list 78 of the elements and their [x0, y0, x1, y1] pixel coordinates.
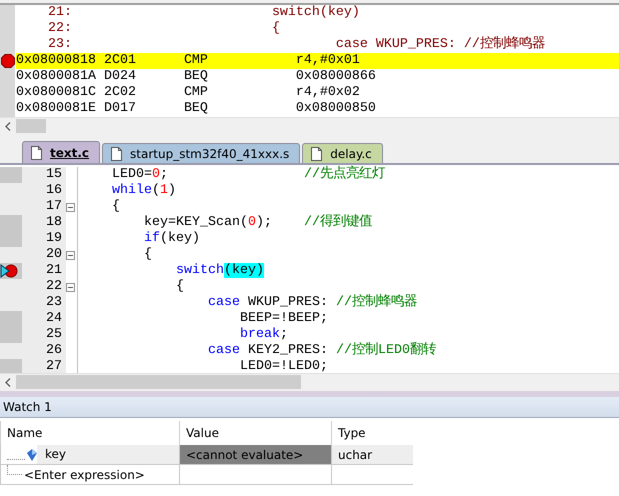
breakpoint-icon — [0, 54, 14, 68]
scroll-left-icon[interactable] — [5, 378, 11, 386]
mnemonic: CMP — [184, 53, 209, 69]
line-number: 20 — [22, 247, 66, 263]
address: 0x0800081E — [16, 101, 97, 117]
code-line: case KEY2_PRES: //控制LED0翻转 — [206, 343, 436, 359]
code-line: { — [110, 199, 120, 215]
source-line[interactable]: 23: case WKUP_PRES: //控制蜂鸣器 — [16, 37, 619, 53]
line-number: 16 — [22, 183, 66, 199]
table-cell: <cannot evaluate> — [179, 445, 331, 465]
code-line: { — [174, 279, 184, 295]
operand: r4,#0x01 — [296, 53, 360, 69]
file-tab[interactable]: startup_stm32f40_41xxx.s — [102, 143, 300, 163]
line-number: 21: — [46, 5, 72, 20]
collapse-icon[interactable] — [66, 282, 75, 292]
address: 0x0800081A — [16, 69, 97, 85]
source-line[interactable]: 21: switch(key) — [16, 5, 619, 21]
mnemonic: BEQ — [184, 101, 209, 117]
code-line: LED0=!LED0; — [238, 359, 328, 373]
operand: r4,#0x02 — [296, 85, 360, 101]
line-number: 19 — [22, 231, 66, 247]
breakpoint-arrow-icon — [0, 264, 18, 278]
file-icon — [311, 146, 322, 160]
expression-entry[interactable]: <Enter expression> — [24, 468, 145, 482]
collapse-icon[interactable] — [66, 250, 75, 260]
file-tab[interactable]: text.c — [22, 141, 100, 163]
line-number: 18 — [22, 215, 66, 231]
horizontal-scrollbar[interactable] — [0, 117, 619, 134]
opcode: 2C01 — [104, 53, 137, 69]
address: 0x08000818 — [16, 53, 97, 69]
scrollbar-thumb[interactable] — [16, 119, 46, 133]
panel-title: Watch 1 — [0, 397, 619, 418]
line-number: 22 — [22, 279, 66, 295]
line-number: 25 — [22, 327, 66, 343]
code-line: LED0=0; //先点亮红灯 — [110, 167, 385, 183]
file-tab[interactable]: delay.c — [302, 143, 383, 163]
code-line: { — [142, 247, 152, 263]
opcode: D024 — [104, 69, 137, 85]
line-number: 22: — [46, 21, 72, 36]
mnemonic: CMP — [184, 85, 209, 101]
instruction-row[interactable]: 0x0800081A D024 BEQ 0x08000866 — [16, 69, 619, 85]
code-line: key=KEY_Scan(0); //得到键值 — [142, 215, 372, 231]
variable-icon — [27, 448, 37, 460]
collapse-icon[interactable] — [66, 202, 75, 212]
opcode: 2C02 — [104, 85, 137, 101]
line-number: 17 — [22, 199, 66, 215]
source-code: switch(key) — [272, 5, 360, 21]
operand: 0x08000850 — [296, 101, 376, 117]
table-cell: uchar — [331, 445, 413, 465]
mnemonic: BEQ — [184, 69, 209, 85]
code-line: break; — [238, 327, 288, 343]
line-number: 21 — [22, 263, 66, 279]
line-number: 23 — [22, 295, 66, 311]
scrollbar-thumb[interactable] — [16, 375, 301, 389]
source-code: { — [272, 21, 280, 37]
address: 0x0800081C — [16, 85, 97, 101]
opcode: D017 — [104, 101, 137, 117]
horizontal-scrollbar[interactable] — [0, 373, 619, 390]
line-number: 24 — [22, 311, 66, 327]
source-line[interactable]: 22: { — [16, 21, 619, 37]
scroll-left-icon[interactable] — [5, 122, 11, 130]
code-line: BEEP=!BEEP; — [238, 311, 328, 327]
file-icon — [31, 146, 42, 160]
line-number: 15 — [22, 167, 66, 183]
line-number: 27 — [22, 359, 66, 373]
code-line: switch(key) — [174, 263, 264, 279]
instruction-row[interactable]: 0x08000818 2C01 CMP r4,#0x01 — [16, 53, 619, 69]
instruction-row[interactable]: 0x0800081E D017 BEQ 0x08000850 — [16, 101, 619, 117]
line-number: 23: — [46, 37, 72, 52]
line-number: 26 — [22, 343, 66, 359]
variable-name: key — [37, 445, 179, 464]
code-line: if(key) — [142, 231, 200, 247]
operand: 0x08000866 — [296, 69, 376, 85]
instruction-row[interactable]: 0x0800081C 2C02 CMP r4,#0x02 — [16, 85, 619, 101]
source-code: case WKUP_PRES: //控制蜂鸣器 — [334, 37, 545, 53]
code-line: case WKUP_PRES: //控制蜂鸣器 — [206, 295, 417, 311]
file-icon — [111, 146, 122, 160]
code-line: while(1) — [110, 183, 176, 199]
